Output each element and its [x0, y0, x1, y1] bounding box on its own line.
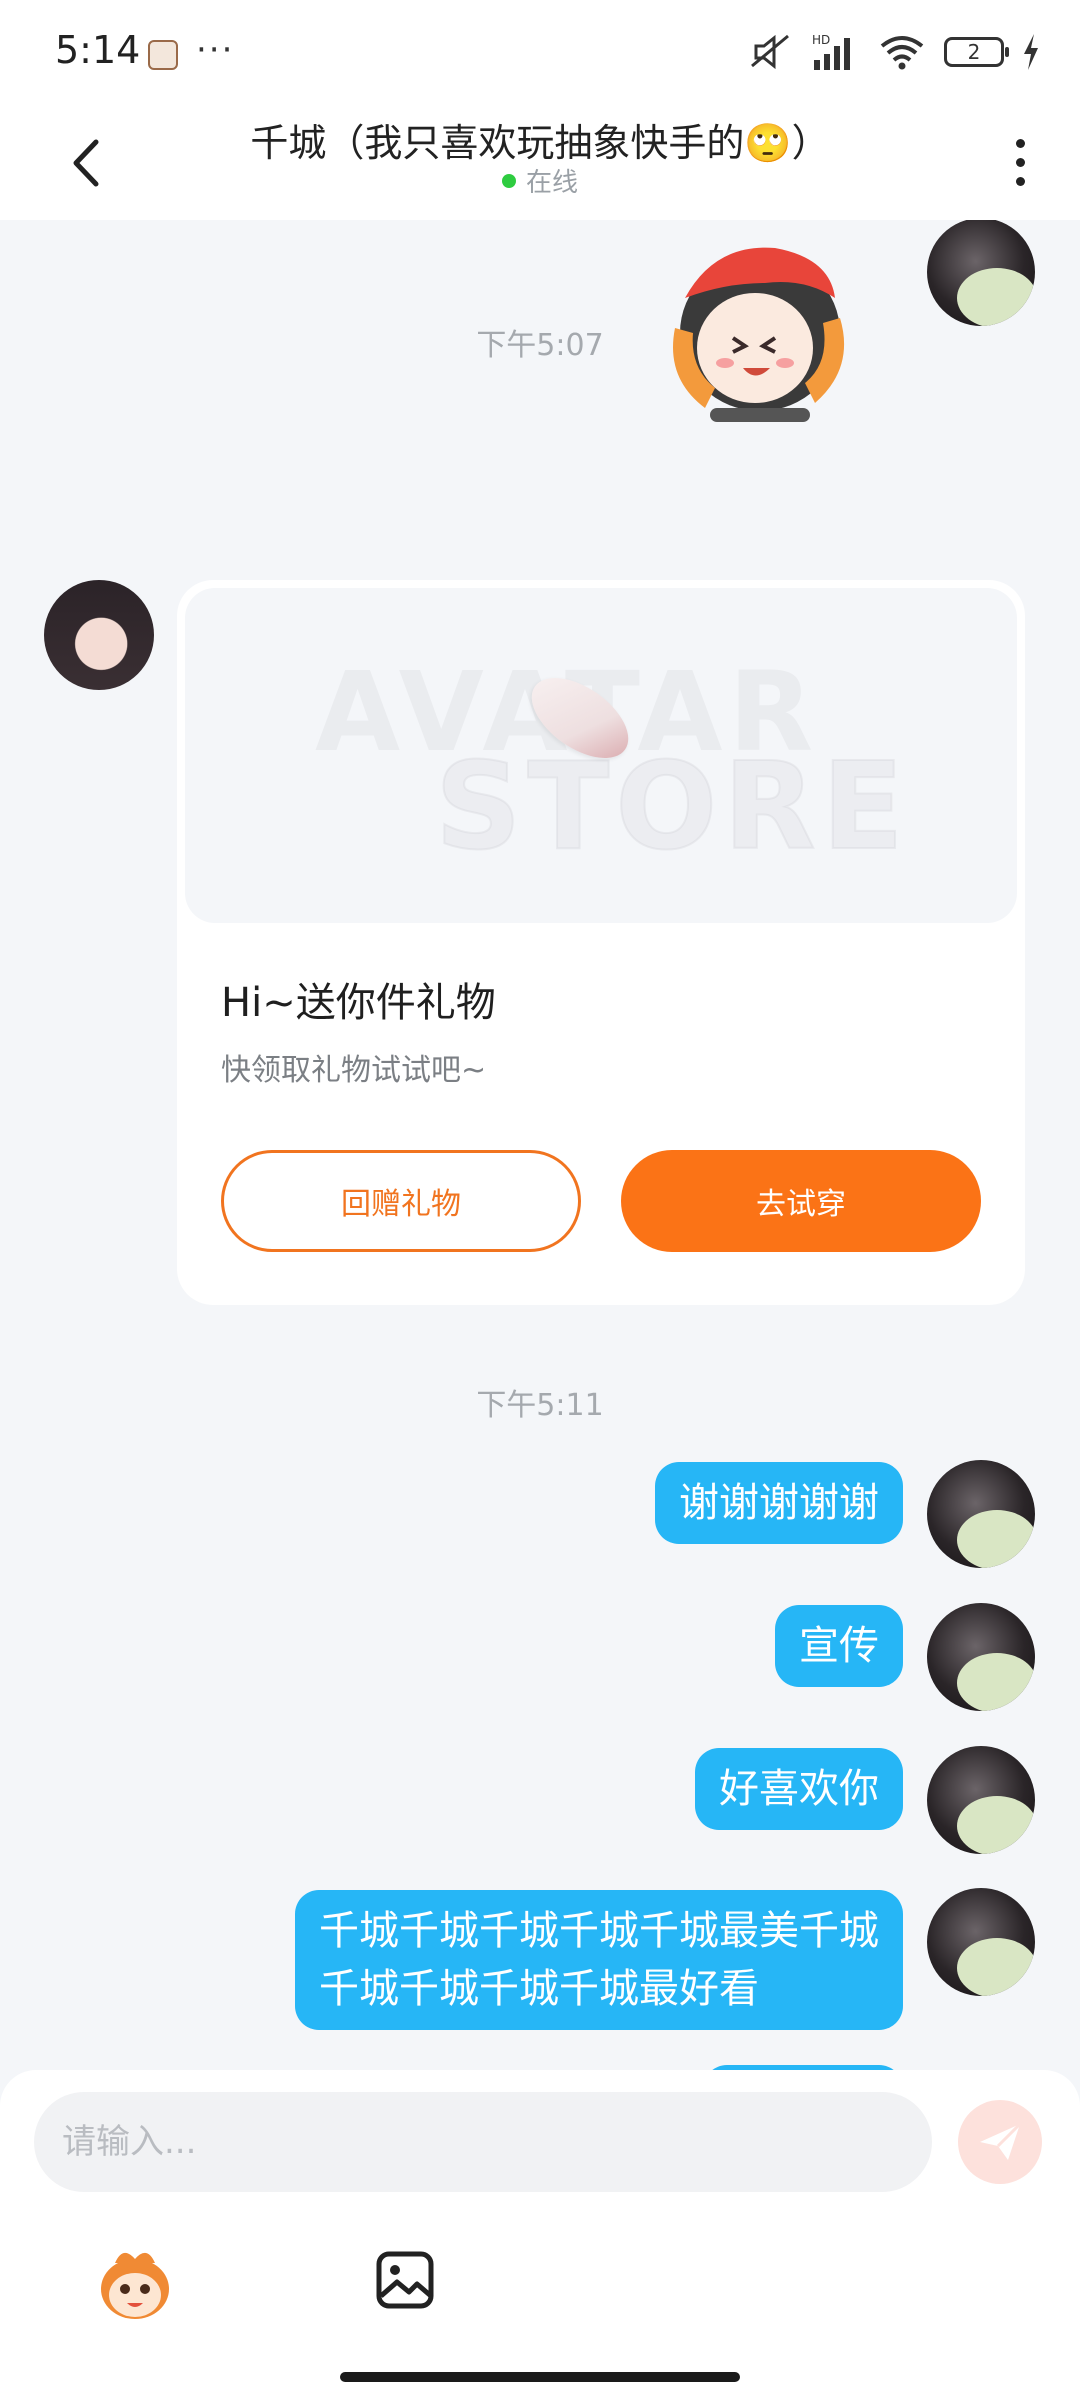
- more-notifications-icon: ···: [196, 30, 235, 70]
- battery-indicator: 2: [944, 37, 1009, 67]
- my-avatar[interactable]: [927, 1603, 1035, 1711]
- timestamp: 下午5:07: [476, 328, 604, 363]
- input-bar: 请输入...: [0, 2070, 1080, 2400]
- mute-icon: [751, 34, 789, 70]
- status-icons: HD 2: [748, 32, 1040, 72]
- online-dot-icon: [501, 173, 516, 188]
- contact-avatar[interactable]: [44, 580, 154, 690]
- send-button[interactable]: [958, 2100, 1042, 2184]
- emoji-mascot-icon[interactable]: [95, 2245, 175, 2325]
- home-indicator[interactable]: [340, 2372, 740, 2382]
- message-bubble[interactable]: 千城千城千城千城千城最美千城 千城千城千城千城最好看: [295, 1890, 903, 2030]
- more-options-button[interactable]: [1000, 124, 1040, 200]
- chat-title: 千城（我只喜欢玩抽象快手的🙄）: [250, 121, 830, 165]
- image-button[interactable]: [370, 2245, 440, 2315]
- my-avatar[interactable]: [927, 1888, 1035, 1996]
- online-status: 在线: [0, 162, 1080, 199]
- timestamp: 下午5:11: [476, 1388, 604, 1423]
- svg-text:HD: HD: [812, 33, 830, 47]
- my-avatar[interactable]: [927, 1460, 1035, 1568]
- status-time: 5:14: [55, 28, 141, 72]
- more-vertical-icon: [1015, 138, 1025, 148]
- signal-icon: HD: [812, 33, 850, 70]
- return-gift-button[interactable]: 回赠礼物: [221, 1150, 581, 1252]
- gift-title: Hi~送你件礼物: [221, 980, 496, 1026]
- chat-header: 千城（我只喜欢玩抽象快手的🙄） 在线: [0, 110, 1080, 220]
- message-bubble[interactable]: 好喜欢你: [695, 1748, 903, 1830]
- charging-icon: [1024, 34, 1038, 70]
- app-notification-icon: [148, 40, 178, 70]
- my-avatar[interactable]: [927, 220, 1035, 326]
- message-input[interactable]: 请输入...: [34, 2092, 932, 2192]
- watermark-text: STORE: [434, 737, 910, 878]
- my-avatar[interactable]: [927, 1746, 1035, 1854]
- gift-subtitle: 快领取礼物试试吧~: [221, 1053, 487, 1088]
- status-bar: 5:14 ··· HD 2: [0, 0, 1080, 110]
- image-icon: [376, 2251, 434, 2309]
- message-bubble[interactable]: 宣传: [775, 1605, 903, 1687]
- chat-messages[interactable]: 下午5:07 AVATAR STORE Hi~送你件礼物 快领取礼物试试吧~ 回…: [0, 220, 1080, 2070]
- gift-image[interactable]: AVATAR STORE: [185, 588, 1017, 923]
- wifi-icon: [880, 36, 924, 70]
- send-icon: [980, 2122, 1022, 2160]
- try-on-button[interactable]: 去试穿: [621, 1150, 981, 1252]
- gift-card[interactable]: AVATAR STORE Hi~送你件礼物 快领取礼物试试吧~ 回赠礼物 去试穿: [177, 580, 1025, 1305]
- online-status-label: 在线: [525, 168, 578, 198]
- message-bubble[interactable]: 谢谢谢谢谢: [655, 1462, 903, 1544]
